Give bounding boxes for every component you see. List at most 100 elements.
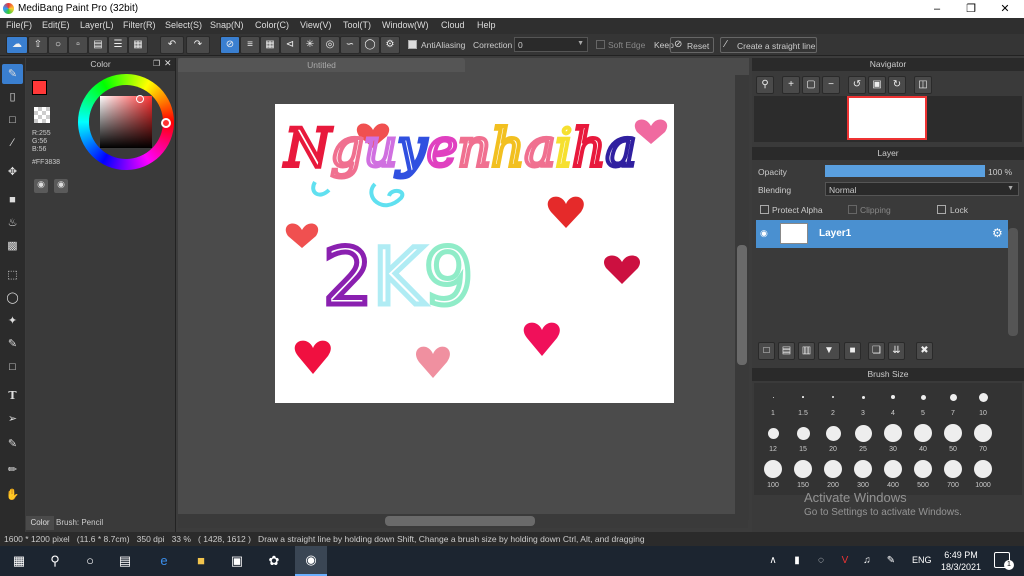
blending-select[interactable]: Normal ▼ [825, 182, 1019, 196]
radial-snap-icon[interactable]: ✳ [300, 36, 320, 54]
new-1bit-layer-icon[interactable]: ▥ [798, 342, 815, 360]
horizontal-scrollbar[interactable] [178, 514, 748, 528]
brush-tool-icon[interactable]: ✎ [2, 64, 23, 84]
medibang-taskbar-button[interactable]: ◉ [295, 546, 327, 576]
horizontal-scroll-thumb[interactable] [385, 516, 535, 526]
hue-cursor[interactable] [161, 118, 171, 128]
brush-size-option[interactable]: 20 [818, 423, 848, 453]
menu-layer[interactable]: Layer(L) [80, 20, 114, 30]
select-tool-icon[interactable]: ⬚ [2, 265, 23, 285]
move-tool-icon[interactable]: ✥ [2, 162, 23, 182]
fill-tool-icon[interactable]: ♨ [2, 213, 23, 233]
notification-icon[interactable]: 1 [994, 552, 1014, 570]
vanishing-snap-icon[interactable]: ⊲ [280, 36, 300, 54]
zoom-fit-icon[interactable]: ⚲ [756, 76, 774, 94]
menu-file[interactable]: File(F) [6, 20, 32, 30]
volume-icon[interactable]: ♫ [856, 550, 878, 572]
drawing-canvas[interactable]: Nguyenhaiha 2K9 [275, 104, 674, 403]
menu-cloud[interactable]: Cloud [441, 20, 465, 30]
eraser-tool-icon[interactable]: ▯ [2, 87, 23, 107]
layer-scroll-thumb[interactable] [1008, 228, 1018, 336]
zoom-out-icon[interactable]: − [822, 76, 840, 94]
snap-settings-icon[interactable]: ⚙ [380, 36, 400, 54]
add-layer-menu-icon[interactable]: ▼ [818, 342, 840, 360]
document-tab[interactable]: Untitled [178, 58, 465, 72]
list-icon[interactable]: ☰ [108, 36, 128, 54]
wifi-icon[interactable]: ◌ [810, 550, 832, 572]
straight-line-button[interactable]: ∕ Create a straight line [720, 37, 817, 53]
brush-size-option[interactable]: 15 [788, 423, 818, 453]
brush-size-option[interactable]: 100 [758, 459, 788, 489]
parallel-snap-icon[interactable]: ≡ [240, 36, 260, 54]
brush-size-option[interactable]: 70 [968, 423, 998, 453]
reset-button[interactable]: ⊘ Reset [670, 37, 714, 53]
soft-edge-checkbox[interactable] [596, 40, 605, 51]
select-pen-icon[interactable]: ✎ [2, 334, 23, 354]
brush-size-option[interactable]: 1 [758, 387, 788, 417]
divide-tool-icon[interactable]: ✎ [2, 434, 23, 454]
store-icon[interactable]: ▣ [226, 550, 248, 572]
comment-icon[interactable]: ○ [48, 36, 68, 54]
ellipse-snap-icon[interactable]: ◯ [360, 36, 380, 54]
clock[interactable]: 6:49 PM 18/3/2021 [936, 549, 986, 573]
brush-size-option[interactable]: 10 [968, 387, 998, 417]
menu-edit[interactable]: Edit(E) [42, 20, 70, 30]
brush-size-option[interactable]: 400 [878, 459, 908, 489]
clipping-checkbox[interactable] [848, 205, 857, 216]
vivaldi-tray-icon[interactable]: V [834, 550, 856, 572]
protect-alpha-checkbox[interactable] [760, 205, 769, 216]
language-indicator[interactable]: ENG [912, 555, 932, 565]
layer-settings-icon[interactable]: ⚙ [992, 226, 1003, 240]
menu-tool[interactable]: Tool(T) [343, 20, 371, 30]
task-view-icon[interactable]: ▤ [114, 550, 136, 572]
line-tool-icon[interactable]: ∕ [2, 133, 23, 153]
brush-size-option[interactable]: 150 [788, 459, 818, 489]
flip-icon[interactable]: ◫ [914, 76, 932, 94]
brush-size-option[interactable]: 300 [848, 459, 878, 489]
primary-color-swatch[interactable] [32, 80, 47, 95]
cloud-icon[interactable]: ☁ [6, 36, 28, 54]
maximize-button[interactable]: ❐ [954, 0, 988, 18]
brush-size-option[interactable]: 1.5 [788, 387, 818, 417]
tab-brush[interactable]: Brush: Pencil [56, 516, 108, 530]
shape-tool-icon[interactable]: ■ [2, 190, 23, 210]
brush-size-option[interactable]: 12 [758, 423, 788, 453]
menu-window[interactable]: Window(W) [382, 20, 429, 30]
redo-icon[interactable]: ↷ [186, 36, 210, 54]
brush-size-option[interactable]: 30 [878, 423, 908, 453]
edge-icon[interactable]: e [153, 550, 175, 572]
page-icon[interactable]: ▤ [88, 36, 108, 54]
paint-app-icon[interactable]: ✿ [263, 550, 285, 572]
visibility-icon[interactable]: ◉ [760, 228, 768, 239]
saturation-value-square[interactable] [100, 96, 152, 148]
rotate-left-icon[interactable]: ↺ [848, 76, 866, 94]
magic-wand-icon[interactable]: ✦ [2, 311, 23, 331]
brush-size-option[interactable]: 5 [908, 387, 938, 417]
duplicate-icon[interactable]: ❏ [868, 342, 885, 360]
lock-checkbox[interactable] [937, 205, 946, 216]
gradient-tool-icon[interactable]: ▩ [2, 236, 23, 256]
select-eraser-icon[interactable]: □ [2, 357, 23, 377]
menu-help[interactable]: Help [477, 20, 496, 30]
vertical-scroll-thumb[interactable] [737, 245, 747, 365]
snap-off-icon[interactable]: ⊘ [220, 36, 240, 54]
fit-window-icon[interactable]: ▣ [868, 76, 886, 94]
brush-size-option[interactable]: 200 [818, 459, 848, 489]
rotate-right-icon[interactable]: ↻ [888, 76, 906, 94]
sv-cursor[interactable] [136, 95, 144, 103]
actual-size-icon[interactable]: ▢ [802, 76, 820, 94]
tab-color[interactable]: Color [26, 516, 54, 530]
brush-size-option[interactable]: 2 [818, 387, 848, 417]
file-explorer-icon[interactable]: ■ [190, 550, 212, 572]
palette-icon[interactable]: ◉ [34, 179, 48, 193]
dot-tool-icon[interactable]: □ [2, 110, 23, 130]
vertical-scrollbar[interactable] [735, 75, 749, 520]
brush-size-option[interactable]: 500 [908, 459, 938, 489]
color-settings-icon[interactable]: ◉ [54, 179, 68, 193]
export-icon[interactable]: ⇧ [28, 36, 48, 54]
brush-size-option[interactable]: 40 [908, 423, 938, 453]
chevron-up-icon[interactable]: ∧ [762, 550, 784, 572]
windows-start-icon[interactable]: ▦ [8, 550, 30, 572]
crisscross-snap-icon[interactable]: ▦ [260, 36, 280, 54]
navigator-thumbnail[interactable] [847, 96, 927, 140]
